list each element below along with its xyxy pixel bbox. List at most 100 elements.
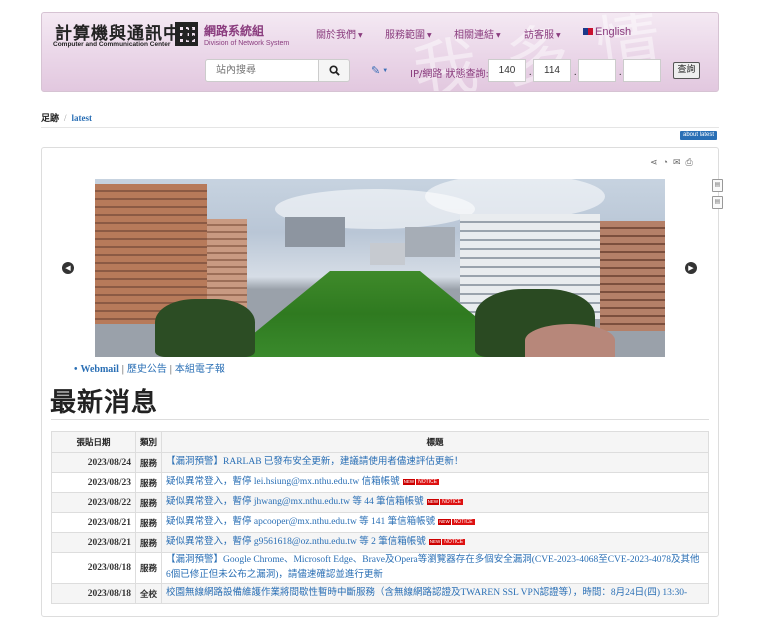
- post-title-cell: 疑似異常登入，暫停 apcooper@mx.nthu.edu.tw 等 141 …: [161, 512, 709, 533]
- building-far: [370, 243, 405, 265]
- wrench-icon: ✎: [371, 65, 381, 77]
- post-title-link[interactable]: 校園無線網路設備維護作業將間歇性暫時中斷服務（含無線網路認證及TWAREN SS…: [166, 588, 687, 598]
- qr-code-icon: [175, 22, 198, 46]
- ip-query-button[interactable]: 查詢: [673, 62, 700, 79]
- notice-badge: NOTICE: [416, 479, 439, 485]
- breadcrumb-home[interactable]: 足跡: [41, 114, 59, 124]
- nav-services-label: 服務範圍: [385, 30, 425, 41]
- bullet: •: [74, 364, 78, 375]
- post-date: 2023/08/24: [51, 452, 136, 473]
- nav-links[interactable]: 相關連結 ▼: [454, 26, 501, 41]
- post-title-link[interactable]: 【漏洞預警】RARLAB 已發布安全更新，建議請使用者儘速評估更新！: [166, 457, 463, 467]
- carousel-image-campus[interactable]: [95, 179, 665, 357]
- post-title-link[interactable]: 疑似異常登入，暫停 jhwang@mx.nthu.edu.tw 等 44 筆信箱…: [166, 497, 424, 507]
- post-date: 2023/08/21: [51, 512, 136, 533]
- breadcrumb: 足跡 / latest: [41, 111, 92, 124]
- about-latest-tag[interactable]: about latest: [680, 131, 718, 140]
- table-header-row: 張貼日期 類別 標題: [51, 431, 709, 453]
- post-title-cell: 【漏洞預警】Google Chrome、Microsoft Edge、Brave…: [161, 552, 709, 584]
- pipe-separator: |: [169, 364, 172, 375]
- post-category: 全校: [135, 583, 162, 604]
- breadcrumb-current[interactable]: latest: [72, 113, 93, 123]
- caret-down-icon: ▼: [358, 31, 363, 39]
- fountain-plaza: [525, 324, 615, 357]
- post-title-link[interactable]: 【漏洞預警】Google Chrome、Microsoft Edge、Brave…: [166, 555, 700, 580]
- nav-links-label: 相關連結: [454, 30, 494, 41]
- ip-dot: .: [619, 67, 622, 78]
- building-far: [405, 227, 455, 257]
- post-date: 2023/08/22: [51, 492, 136, 513]
- carousel-next-button[interactable]: ▶: [685, 262, 697, 274]
- ip-dot: .: [574, 67, 577, 78]
- division-name-en[interactable]: Division of Network System: [204, 40, 289, 47]
- nav-services[interactable]: 服務範圍 ▼: [385, 26, 432, 41]
- print-icon[interactable]: ⎙: [686, 157, 698, 167]
- new-badge: NEW: [428, 539, 442, 545]
- table-row: 2023/08/22 服務 疑似異常登入，暫停 jhwang@mx.nthu.edu…: [51, 492, 709, 513]
- link-webmail[interactable]: Webmail: [81, 364, 119, 375]
- nav-english[interactable]: English: [583, 26, 631, 38]
- post-title-link[interactable]: 疑似異常登入，暫停 g9561618@oz.nthu.edu.tw 等 2 筆信…: [166, 537, 426, 547]
- caret-down-icon: ▼: [382, 68, 389, 75]
- site-search-input[interactable]: [205, 59, 319, 82]
- search-button[interactable]: [319, 59, 350, 82]
- chevron-left-icon: ◀: [65, 264, 71, 272]
- column-header-category[interactable]: 類別: [135, 431, 162, 453]
- post-date: 2023/08/21: [51, 532, 136, 553]
- ip-octet-1[interactable]: 140: [488, 59, 526, 82]
- ip-octet-3[interactable]: [578, 59, 616, 82]
- post-date: 2023/08/23: [51, 472, 136, 493]
- post-category: 服務: [135, 512, 162, 533]
- logo-title-en[interactable]: Computer and Communication Center: [53, 41, 170, 48]
- caret-down-icon: ▼: [556, 31, 561, 39]
- post-category: 服務: [135, 552, 162, 584]
- carousel-prev-button[interactable]: ◀: [62, 262, 74, 274]
- post-date: 2023/08/18: [51, 552, 136, 584]
- post-category: 服務: [135, 532, 162, 553]
- tools-dropdown[interactable]: ✎ ▼: [371, 64, 388, 77]
- notice-badge: NOTICE: [440, 499, 463, 505]
- table-row: 2023/08/18 服務 【漏洞預警】Google Chrome、Microsof…: [51, 552, 709, 584]
- post-title-link[interactable]: 疑似異常登入，暫停 apcooper@mx.nthu.edu.tw 等 141 …: [166, 517, 435, 527]
- table-row: 2023/08/21 服務 疑似異常登入，暫停 apcooper@mx.nthu.e…: [51, 512, 709, 533]
- post-title-cell: 疑似異常登入，暫停 lei.hsiung@mx.nthu.edu.tw 信箱帳號…: [161, 472, 709, 493]
- nav-about-label: 關於我們: [316, 30, 356, 41]
- ip-query-label: IP/網路 狀態查詢:: [410, 69, 489, 80]
- post-category: 服務: [135, 452, 162, 473]
- post-date: 2023/08/18: [51, 583, 136, 604]
- quick-links: • Webmail | 歷史公告 | 本組電子報: [74, 360, 225, 375]
- link-newsletter[interactable]: 本組電子報: [175, 364, 225, 375]
- column-header-title[interactable]: 標題: [161, 431, 709, 453]
- doc-icon[interactable]: ▤: [712, 196, 723, 209]
- building-right-2: [600, 221, 665, 331]
- notice-badge: NOTICE: [442, 539, 466, 545]
- nav-english-label: English: [595, 26, 632, 38]
- section-title: 最新消息: [50, 388, 159, 418]
- nav-about[interactable]: 關於我們 ▼: [316, 26, 363, 41]
- column-header-date[interactable]: 張貼日期: [51, 431, 136, 453]
- notice-badge: NOTICE: [451, 519, 475, 525]
- link-announcement-history[interactable]: 歷史公告: [127, 364, 167, 375]
- rss-icon[interactable]: ◔: [663, 157, 673, 167]
- ip-octet-2[interactable]: 114: [533, 59, 571, 82]
- post-title-link[interactable]: 疑似異常登入，暫停 lei.hsiung@mx.nthu.edu.tw 信箱帳號: [166, 477, 400, 487]
- chevron-right-icon: ▶: [688, 264, 694, 272]
- pipe-separator: |: [121, 364, 124, 375]
- table-row: 2023/08/18 全校 校園無線網路設備維護作業將間歇性暫時中斷服務（含無線網路…: [51, 583, 709, 604]
- division-name-zh[interactable]: 網路系統組: [204, 22, 264, 39]
- pdf-icon[interactable]: ▤: [712, 179, 723, 192]
- post-title-cell: 疑似異常登入，暫停 jhwang@mx.nthu.edu.tw 等 44 筆信箱…: [161, 492, 709, 513]
- post-title-cell: 校園無線網路設備維護作業將間歇性暫時中斷服務（含無線網路認證及TWAREN SS…: [161, 583, 709, 604]
- ip-octet-4[interactable]: [623, 59, 661, 82]
- ip-dot: .: [529, 67, 532, 78]
- divider: [41, 127, 719, 128]
- post-category: 服務: [135, 472, 162, 493]
- new-badge: NEW: [438, 519, 451, 525]
- nav-visitor-label: 訪客服: [524, 30, 554, 41]
- trees: [155, 299, 255, 357]
- building-far: [285, 217, 345, 247]
- site-header: 我 多 情 計算機與通訊中心 Computer and Communicatio…: [41, 12, 719, 92]
- email-icon[interactable]: ✉: [673, 157, 686, 167]
- share-icon[interactable]: ⋖: [650, 157, 663, 167]
- nav-visitor[interactable]: 訪客服 ▼: [524, 26, 561, 41]
